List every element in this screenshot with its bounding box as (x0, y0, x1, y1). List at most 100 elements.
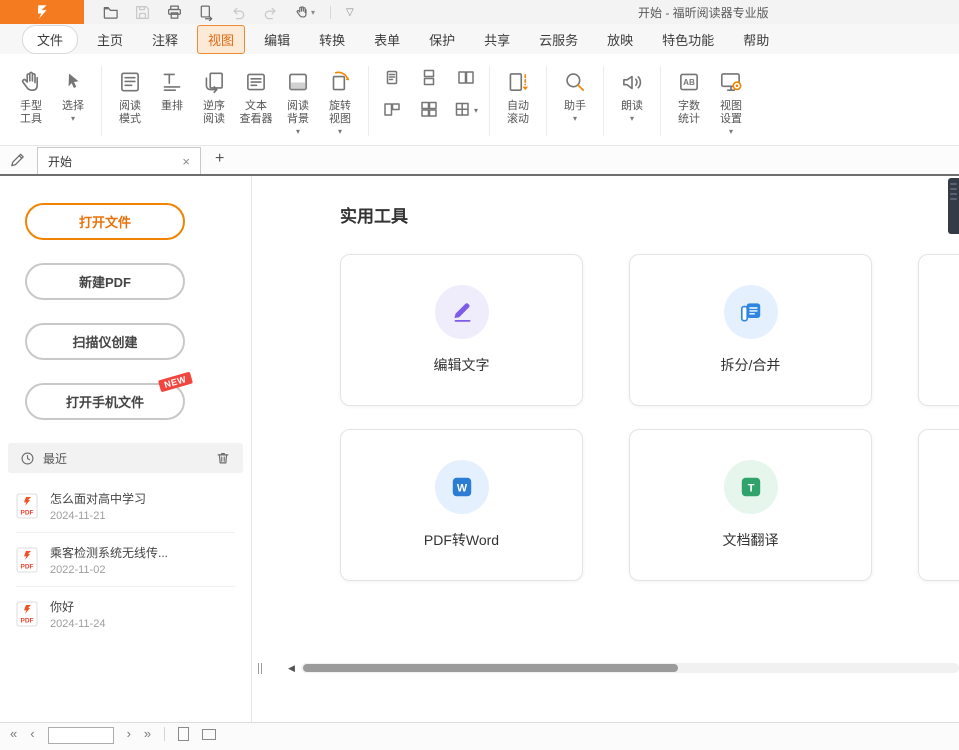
open-file-icon[interactable] (102, 4, 119, 21)
ribbon-tool-read-mode[interactable]: 阅读 模式 (109, 64, 151, 126)
close-tab-icon[interactable]: × (182, 154, 190, 169)
ribbon-tool-reverse-read[interactable]: 逆序 阅读 (193, 64, 235, 126)
svg-text:AB: AB (683, 78, 695, 87)
assistant-magnifier-icon (562, 64, 588, 100)
tab-featured[interactable]: 特色功能 (652, 26, 724, 53)
recent-label: 最近 (43, 450, 67, 467)
ribbon-tool-view-settings[interactable]: 视图 设置▾ (710, 64, 752, 137)
splitter-grip[interactable] (258, 663, 262, 674)
fit-page-icon[interactable] (178, 727, 189, 741)
tab-help[interactable]: 帮助 (733, 26, 779, 53)
tab-convert[interactable]: 转换 (309, 26, 355, 53)
prev-page-button[interactable]: ‹ (30, 727, 34, 741)
start-page-main: 实用工具 编辑文字 拆分/合并 W PDF转Word (252, 176, 959, 722)
open-file-button[interactable]: 打开文件 (25, 203, 185, 240)
auto-scroll-icon (505, 64, 531, 100)
page-facing-icon[interactable] (454, 66, 478, 90)
ribbon-tool-rotate-view[interactable]: 旋转 视图▾ (319, 64, 361, 137)
tab-protect[interactable]: 保护 (419, 26, 465, 53)
tool-card-edit-text[interactable]: 编辑文字 (340, 254, 583, 406)
chevron-down-icon: ▾ (573, 113, 577, 124)
status-bar: « ‹ › » (0, 722, 959, 750)
redo-icon[interactable] (262, 4, 279, 21)
ribbon-tool-reflow[interactable]: 重排 (151, 64, 193, 113)
doc-tab-start[interactable]: 开始 × (37, 147, 201, 174)
tab-home[interactable]: 主页 (87, 26, 133, 53)
page-single-icon[interactable] (380, 66, 404, 90)
horizontal-scrollbar: ◀ (258, 662, 959, 674)
ribbon-tab-bar: 文件 主页 注释 视图 编辑 转换 表单 保护 共享 云服务 放映 特色功能 帮… (0, 24, 959, 54)
page-display-dropdown[interactable]: ▾ (454, 98, 478, 122)
tab-file[interactable]: 文件 (22, 25, 78, 54)
ribbon-toolbar: 手型 工具 选择 ▾ 阅读 模式 重排 逆序 阅读 文本 查看器 (0, 54, 959, 146)
first-page-button[interactable]: « (10, 727, 17, 741)
tool-card-partial[interactable] (918, 429, 959, 581)
scanner-create-button[interactable]: 扫描仪创建 (25, 323, 185, 360)
chevron-down-icon: ▾ (311, 8, 315, 17)
page-number-input[interactable] (48, 727, 114, 744)
start-sidebar: 打开文件 新建PDF 扫描仪创建 打开手机文件 NEW 最近 PDF 怎么面对高… (0, 176, 252, 722)
save-icon[interactable] (134, 4, 151, 21)
tool-card-label: 拆分/合并 (721, 355, 781, 375)
print-icon[interactable] (166, 4, 183, 21)
recent-file-date: 2024-11-21 (50, 510, 146, 522)
tool-card-partial[interactable] (918, 254, 959, 406)
tool-card-label: 编辑文字 (434, 355, 490, 375)
pdf-file-icon: PDF (16, 601, 38, 627)
tab-view[interactable]: 视图 (197, 25, 245, 54)
new-tab-button[interactable]: + (215, 144, 224, 174)
svg-text:PDF: PDF (21, 563, 34, 570)
new-pdf-button[interactable]: 新建PDF (25, 263, 185, 300)
split-merge-pages-icon (738, 299, 764, 325)
titlebar: ▾ ▽ 开始 - 福昕阅读器专业版 (0, 0, 959, 24)
collapsed-panel-handle[interactable] (948, 178, 959, 234)
export-icon[interactable] (198, 4, 215, 21)
annotate-pencil-icon[interactable] (8, 144, 27, 174)
tool-card-translate[interactable]: T 文档翻译 (629, 429, 872, 581)
tool-card-split-merge[interactable]: 拆分/合并 (629, 254, 872, 406)
last-page-button[interactable]: » (144, 727, 151, 741)
open-mobile-file-button[interactable]: 打开手机文件 NEW (25, 383, 185, 420)
hand-tool-quick-icon[interactable]: ▾ (294, 4, 315, 20)
page-continuous-icon[interactable] (417, 66, 441, 90)
tool-card-label: PDF转Word (424, 530, 499, 550)
next-page-button[interactable]: › (127, 727, 131, 741)
scrollbar-track[interactable] (301, 663, 959, 673)
tab-comment[interactable]: 注释 (142, 26, 188, 53)
tool-icon-circle (724, 285, 778, 339)
tab-slideshow[interactable]: 放映 (597, 26, 643, 53)
recent-file-name: 乘客检测系统无线传... (50, 544, 168, 561)
page-continuous-facing-icon[interactable] (417, 98, 441, 122)
ribbon-tool-assistant[interactable]: 助手 ▾ (554, 64, 596, 124)
recent-file-texts: 怎么面对高中学习 2024-11-21 (50, 490, 146, 522)
recent-file-item[interactable]: PDF 怎么面对高中学习 2024-11-21 (16, 479, 235, 533)
ribbon-tool-auto-scroll[interactable]: 自动 滚动 (497, 64, 539, 126)
tab-cloud[interactable]: 云服务 (529, 26, 588, 53)
recent-file-date: 2022-11-02 (50, 564, 168, 576)
page-layout-group: ▾ (376, 64, 482, 122)
ribbon-tool-hand[interactable]: 手型 工具 (10, 64, 52, 126)
tab-edit[interactable]: 编辑 (254, 26, 300, 53)
ribbon-tool-reading-background[interactable]: 阅读 背景▾ (277, 64, 319, 137)
recent-file-item[interactable]: PDF 你好 2024-11-24 (16, 587, 235, 641)
scrollbar-thumb[interactable] (303, 664, 678, 672)
divider (164, 727, 165, 741)
customize-toolbar-icon[interactable]: ▽ (346, 7, 354, 18)
tool-card-pdf-to-word[interactable]: W PDF转Word (340, 429, 583, 581)
reading-background-icon (285, 64, 311, 100)
reflow-icon (159, 64, 185, 100)
ribbon-tool-read-aloud[interactable]: 朗读 ▾ (611, 64, 653, 124)
page-cover-facing-icon[interactable] (380, 98, 404, 122)
ribbon-tool-text-viewer[interactable]: 文本 查看器 (235, 64, 277, 126)
recent-file-item[interactable]: PDF 乘客检测系统无线传... 2022-11-02 (16, 533, 235, 587)
ribbon-tool-word-count[interactable]: AB 字数 统计 (668, 64, 710, 126)
tab-form[interactable]: 表单 (364, 26, 410, 53)
undo-icon[interactable] (230, 4, 247, 21)
ribbon-tool-select[interactable]: 选择 ▾ (52, 64, 94, 124)
app-logo[interactable] (0, 0, 84, 24)
reverse-read-icon (201, 64, 227, 100)
tab-share[interactable]: 共享 (474, 26, 520, 53)
chevron-down-icon: ▾ (474, 105, 478, 116)
clear-recent-trash-icon[interactable] (215, 450, 231, 466)
scroll-left-arrow[interactable]: ◀ (288, 663, 295, 674)
